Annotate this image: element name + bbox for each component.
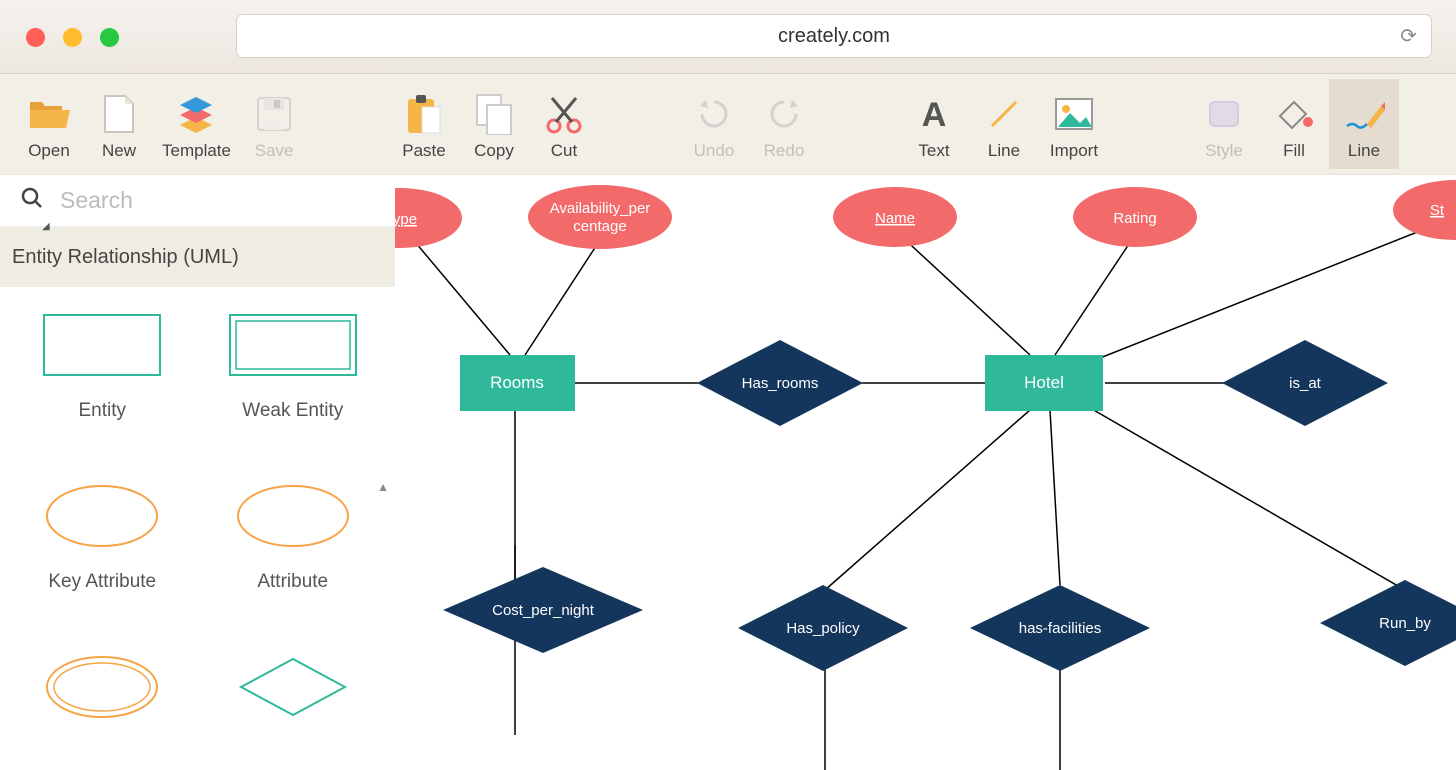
open-button[interactable]: Open (14, 79, 84, 169)
svg-text:Name: Name (875, 210, 915, 227)
browser-chrome: creately.com ⟳ (0, 0, 1456, 74)
shape-sidebar: ◢ Entity Relationship (UML) ▲ Entity Wea… (0, 175, 395, 770)
shape-attribute[interactable]: Attribute (203, 478, 384, 619)
svg-text:St: St (1430, 202, 1445, 219)
shape-entity[interactable]: Entity (12, 307, 193, 448)
rel-cost-per-night[interactable]: Cost_per_night (443, 567, 643, 653)
line-style-button[interactable]: Line (1329, 79, 1399, 169)
svg-text:Has_rooms: Has_rooms (742, 375, 819, 392)
rel-has-rooms[interactable]: Has_rooms (697, 340, 863, 426)
line-tool-button[interactable]: Line (969, 79, 1039, 169)
attr-rating[interactable]: Rating (1073, 187, 1197, 247)
search-input[interactable] (60, 187, 320, 214)
attr-type[interactable]: ype (395, 188, 462, 248)
fill-button[interactable]: Fill (1259, 79, 1329, 169)
save-button[interactable]: Save (239, 79, 309, 169)
entity-rooms[interactable]: Rooms (460, 355, 575, 411)
svg-text:ype: ype (395, 211, 417, 228)
text-icon: A (913, 93, 955, 135)
template-button[interactable]: Template (154, 79, 239, 169)
rel-run-by[interactable]: Run_by (1320, 580, 1456, 666)
style-button[interactable]: Style (1189, 79, 1259, 169)
minimize-window-button[interactable] (63, 28, 82, 47)
svg-text:Availability_per: Availability_per (550, 200, 651, 217)
text-tool-button[interactable]: A Text (899, 79, 969, 169)
url-text: creately.com (778, 25, 890, 48)
svg-text:Hotel: Hotel (1024, 373, 1064, 392)
address-bar[interactable]: creately.com ⟳ (236, 14, 1432, 58)
image-icon (1053, 93, 1095, 135)
shape-palette: Entity Weak Entity Key Attribute Attribu… (0, 287, 395, 770)
scroll-up-icon[interactable]: ▲ (377, 480, 389, 494)
rel-has-policy[interactable]: Has_policy (738, 585, 908, 671)
layers-icon (175, 93, 217, 135)
scissors-icon (543, 93, 585, 135)
er-diagram[interactable]: ype Availability_percentage Name Rating … (395, 175, 1456, 770)
pencil-line-icon (1343, 93, 1385, 135)
search-dropdown-icon[interactable]: ◢ (42, 221, 50, 232)
shape-key-attribute[interactable]: Key Attribute (12, 478, 193, 619)
toolbar: Open New Template Save Paste Copy C (0, 74, 1456, 175)
reload-icon[interactable]: ⟳ (1400, 24, 1417, 49)
diagram-canvas[interactable]: ype Availability_percentage Name Rating … (395, 175, 1456, 770)
undo-button[interactable]: Undo (679, 79, 749, 169)
maximize-window-button[interactable] (100, 28, 119, 47)
svg-text:is_at: is_at (1289, 375, 1322, 392)
rel-is-at[interactable]: is_at (1222, 340, 1388, 426)
line-icon (983, 93, 1025, 135)
svg-text:Rating: Rating (1113, 210, 1156, 227)
redo-button[interactable]: Redo (749, 79, 819, 169)
svg-text:has-facilities: has-facilities (1019, 620, 1102, 637)
copy-icon (473, 93, 515, 135)
import-button[interactable]: Import (1039, 79, 1109, 169)
svg-text:Cost_per_night: Cost_per_night (492, 602, 595, 619)
window-controls (26, 28, 119, 47)
search-icon[interactable] (20, 186, 44, 215)
shape-category-header[interactable]: Entity Relationship (UML) (0, 227, 395, 287)
attr-st[interactable]: St (1393, 180, 1456, 240)
svg-text:centage: centage (573, 218, 626, 235)
folder-open-icon (28, 93, 70, 135)
paint-bucket-icon (1273, 93, 1315, 135)
attr-name[interactable]: Name (833, 187, 957, 247)
copy-button[interactable]: Copy (459, 79, 529, 169)
redo-icon (763, 93, 805, 135)
svg-text:A: A (922, 96, 947, 132)
paste-button[interactable]: Paste (389, 79, 459, 169)
new-file-icon (98, 93, 140, 135)
style-icon (1203, 93, 1245, 135)
close-window-button[interactable] (26, 28, 45, 47)
attr-availability[interactable]: Availability_percentage (528, 185, 672, 249)
new-button[interactable]: New (84, 79, 154, 169)
svg-text:Rooms: Rooms (490, 373, 544, 392)
save-icon (253, 93, 295, 135)
shape-derived-attribute[interactable] (12, 649, 193, 750)
undo-icon (693, 93, 735, 135)
cut-button[interactable]: Cut (529, 79, 599, 169)
paste-icon (403, 93, 445, 135)
rel-has-facilities[interactable]: has-facilities (970, 585, 1150, 671)
svg-text:Has_policy: Has_policy (786, 620, 860, 637)
entity-hotel[interactable]: Hotel (985, 355, 1103, 411)
svg-text:Run_by: Run_by (1379, 615, 1431, 632)
search-row (0, 175, 395, 227)
shape-relationship[interactable] (203, 649, 384, 750)
shape-weak-entity[interactable]: Weak Entity (203, 307, 384, 448)
